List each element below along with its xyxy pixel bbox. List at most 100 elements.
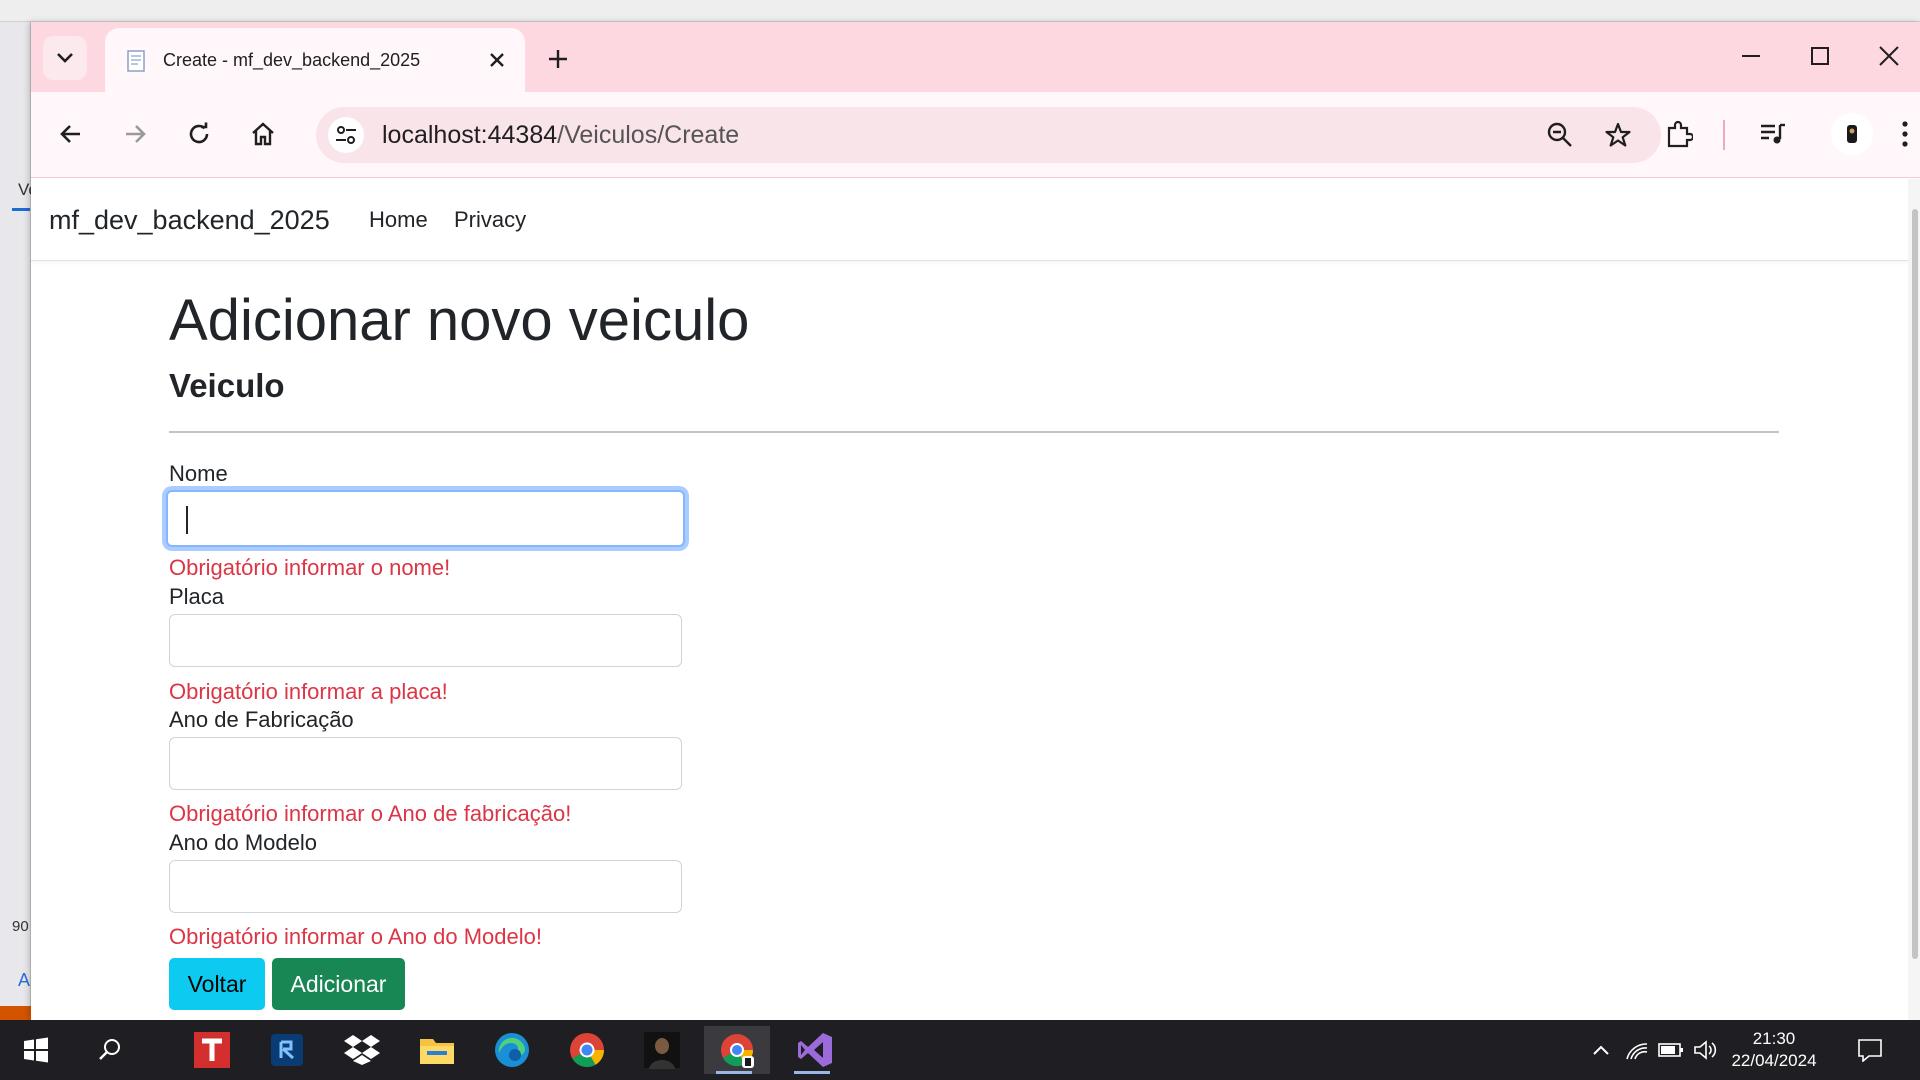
wifi-icon bbox=[1626, 1043, 1648, 1060]
page-favicon-icon bbox=[127, 50, 145, 72]
menu-button[interactable] bbox=[1883, 112, 1920, 156]
background-link[interactable]: A bbox=[18, 970, 30, 991]
maximize-button[interactable] bbox=[1792, 36, 1848, 76]
running-indicator bbox=[794, 1071, 830, 1074]
reload-button[interactable] bbox=[177, 112, 221, 156]
taskbar-app-t[interactable] bbox=[182, 1026, 242, 1074]
chevron-down-icon bbox=[57, 53, 73, 63]
taskbar-app-chrome-profile[interactable] bbox=[704, 1026, 770, 1074]
browser-window: Create - mf_dev_backend_2025 localhost:4… bbox=[31, 22, 1920, 1020]
t-app-icon bbox=[194, 1032, 230, 1068]
home-button[interactable] bbox=[241, 112, 285, 156]
tab-active[interactable]: Create - mf_dev_backend_2025 bbox=[105, 28, 525, 92]
media-control-button[interactable] bbox=[1751, 112, 1795, 156]
profile-button[interactable] bbox=[1831, 113, 1873, 155]
form-heading: Veiculo bbox=[169, 367, 285, 404]
taskbar-app-profile[interactable] bbox=[632, 1026, 692, 1074]
blue-app-icon bbox=[271, 1034, 303, 1066]
ano-modelo-label: Ano do Modelo bbox=[169, 830, 317, 855]
start-button[interactable] bbox=[6, 1026, 66, 1074]
avatar-icon bbox=[1847, 125, 1857, 143]
tab-search-button[interactable] bbox=[43, 36, 87, 80]
toolbar-separator bbox=[1723, 120, 1725, 150]
close-icon bbox=[490, 53, 504, 67]
taskbar: 21:30 22/04/2024 bbox=[0, 1020, 1920, 1080]
taskbar-app-chrome[interactable] bbox=[557, 1026, 617, 1074]
page-scrollbar[interactable] bbox=[1908, 179, 1920, 1020]
active-indicator bbox=[716, 1071, 752, 1074]
file-explorer-icon bbox=[420, 1039, 454, 1064]
browser-toolbar: localhost:44384/Veiculos/Create bbox=[31, 92, 1920, 178]
site-navbar: mf_dev_backend_2025 Home Privacy bbox=[31, 179, 1908, 261]
zoom-out-icon bbox=[1547, 122, 1572, 147]
ano-modelo-input[interactable] bbox=[169, 860, 682, 913]
minimize-icon bbox=[1742, 55, 1760, 57]
start-icon bbox=[24, 1037, 48, 1063]
tab-close-button[interactable] bbox=[483, 46, 511, 74]
address-bar[interactable]: localhost:44384/Veiculos/Create bbox=[316, 107, 1661, 163]
divider bbox=[169, 431, 1779, 433]
site-brand[interactable]: mf_dev_backend_2025 bbox=[49, 205, 330, 236]
nav-link-privacy[interactable]: Privacy bbox=[454, 207, 526, 233]
page-title: Adicionar novo veiculo bbox=[169, 288, 750, 353]
puzzle-icon bbox=[1667, 120, 1693, 148]
visual-studio-icon bbox=[798, 1033, 832, 1067]
edge-icon bbox=[495, 1033, 529, 1067]
arrow-left-icon bbox=[60, 125, 80, 143]
taskbar-app-dropbox[interactable] bbox=[332, 1026, 392, 1074]
search-button[interactable] bbox=[80, 1026, 140, 1074]
close-icon bbox=[1879, 46, 1899, 66]
network-button[interactable] bbox=[1623, 1036, 1651, 1064]
queue-music-icon bbox=[1761, 123, 1785, 144]
taskbar-app-explorer[interactable] bbox=[407, 1026, 467, 1074]
tune-icon bbox=[336, 126, 356, 144]
back-button[interactable] bbox=[49, 112, 93, 156]
page-viewport: mf_dev_backend_2025 Home Privacy Adicion… bbox=[31, 179, 1920, 1020]
url-path: /Veiculos/Create bbox=[557, 121, 740, 149]
profile-app-icon bbox=[644, 1032, 680, 1069]
background-zoom-label: 90 bbox=[12, 918, 29, 935]
home-icon bbox=[252, 122, 274, 146]
notification-icon bbox=[1858, 1039, 1882, 1062]
chrome-profile-icon bbox=[721, 1034, 754, 1068]
plus-icon bbox=[549, 50, 567, 68]
clock[interactable]: 21:30 22/04/2024 bbox=[1714, 1028, 1834, 1072]
placa-input[interactable] bbox=[169, 614, 682, 667]
close-window-button[interactable] bbox=[1861, 36, 1917, 76]
clock-date: 22/04/2024 bbox=[1731, 1051, 1817, 1070]
more-vertical-icon bbox=[1902, 121, 1908, 147]
back-link-button[interactable]: Voltar bbox=[169, 958, 265, 1010]
new-tab-button[interactable] bbox=[541, 42, 575, 76]
maximize-icon bbox=[1811, 47, 1829, 65]
arrow-right-icon bbox=[126, 125, 146, 143]
nome-input[interactable] bbox=[166, 490, 685, 547]
placa-error: Obrigatório informar a placa! bbox=[169, 679, 448, 704]
url-text[interactable]: localhost:44384/Veiculos/Create bbox=[382, 121, 739, 150]
reload-icon bbox=[189, 122, 209, 144]
text-caret bbox=[186, 506, 188, 534]
forward-button[interactable] bbox=[113, 112, 157, 156]
minimize-button[interactable] bbox=[1723, 36, 1779, 76]
background-tab-underline bbox=[12, 208, 30, 211]
tab-strip: Create - mf_dev_backend_2025 bbox=[31, 22, 1920, 92]
show-hidden-icons-button[interactable] bbox=[1587, 1036, 1615, 1064]
clock-time: 21:30 bbox=[1752, 1029, 1796, 1048]
add-button[interactable]: Adicionar bbox=[272, 958, 405, 1010]
extensions-button[interactable] bbox=[1657, 112, 1701, 156]
nav-link-home[interactable]: Home bbox=[369, 207, 428, 233]
taskbar-app-visual-studio[interactable] bbox=[782, 1026, 848, 1074]
scrollbar-thumb[interactable] bbox=[1912, 209, 1918, 959]
ano-fabricacao-input[interactable] bbox=[169, 737, 682, 790]
notifications-button[interactable] bbox=[1856, 1036, 1884, 1064]
taskbar-app-blue[interactable] bbox=[257, 1026, 317, 1074]
site-info-button[interactable] bbox=[328, 117, 364, 153]
dropbox-icon bbox=[344, 1035, 380, 1065]
ano-fabricacao-label: Ano de Fabricação bbox=[169, 707, 354, 732]
bookmark-button[interactable] bbox=[1600, 117, 1636, 153]
nome-label: Nome bbox=[169, 461, 228, 486]
tab-title: Create - mf_dev_backend_2025 bbox=[163, 50, 421, 70]
star-icon bbox=[1605, 122, 1631, 147]
zoom-button[interactable] bbox=[1542, 117, 1578, 153]
battery-button[interactable] bbox=[1657, 1036, 1685, 1064]
taskbar-app-edge[interactable] bbox=[482, 1026, 542, 1074]
